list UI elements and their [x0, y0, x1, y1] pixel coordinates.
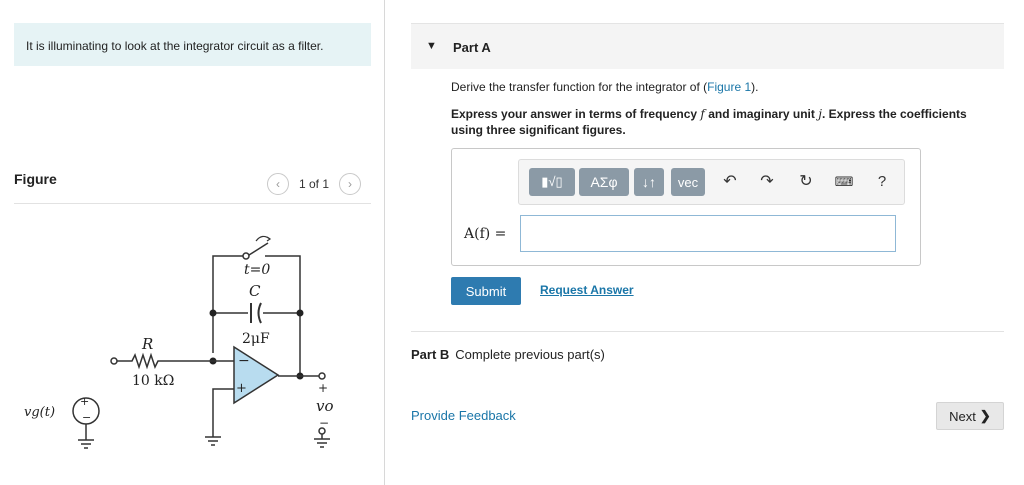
math-toolbar: ▮√▯ ΑΣφ ↓↑ vec ↶ ↷ ↻ ⌨ ? [518, 159, 905, 205]
greek-label: ΑΣφ [590, 174, 618, 190]
section-divider [411, 331, 1004, 332]
integrator-circuit-diagram: t=0 C 2μF R 10 kΩ − + + vo − + − vg(t) [24, 235, 334, 449]
templates-icon: ▮√▯ [541, 174, 563, 189]
question-suffix: ). [751, 80, 759, 94]
keyboard-icon[interactable]: ⌨ [833, 172, 855, 192]
opamp-minus: − [238, 353, 250, 369]
greek-button[interactable]: ΑΣφ [579, 168, 629, 196]
reset-icon[interactable]: ↻ [795, 172, 817, 192]
arrows-icon: ↓↑ [642, 174, 656, 190]
question-text: Derive the transfer function for the int… [451, 80, 759, 94]
source-label: vg(t) [24, 405, 55, 420]
vec-label: vec [677, 174, 699, 190]
question-prefix: Derive the transfer function for the int… [451, 80, 708, 94]
out-label: vo [316, 397, 334, 415]
answer-input[interactable] [520, 215, 896, 252]
column-divider [384, 0, 385, 485]
next-label: Next [949, 408, 976, 424]
figure-pager: ‹ 1 of 1 › [267, 173, 362, 195]
next-button[interactable]: Next ❯ [936, 402, 1004, 430]
chevron-right-icon: › [348, 177, 353, 191]
submit-button[interactable]: Submit [451, 277, 521, 305]
instructions: Express your answer in terms of frequenc… [451, 106, 971, 138]
templates-button[interactable]: ▮√▯ [529, 168, 575, 196]
undo-icon[interactable]: ↶ [719, 172, 741, 192]
figure-count: 1 of 1 [299, 177, 330, 191]
cap-symbol: C [249, 282, 261, 300]
svg-text:−: − [82, 411, 91, 424]
caret-down-icon: ▼ [426, 40, 437, 52]
help-button[interactable]: ? [871, 172, 893, 192]
res-symbol: R [141, 335, 153, 353]
chevron-right-icon: ❯ [979, 408, 991, 423]
chevron-left-icon: ‹ [276, 177, 280, 191]
svg-text:+: + [80, 395, 89, 408]
out-plus: + [318, 381, 328, 395]
provide-feedback-link[interactable]: Provide Feedback [411, 408, 516, 423]
res-value: 10 kΩ [132, 373, 174, 389]
vec-button[interactable]: vec [671, 168, 705, 196]
redo-icon[interactable]: ↷ [756, 172, 778, 192]
figure-label: Figure [14, 171, 57, 187]
instr-part-2: and imaginary unit [704, 107, 819, 121]
part-a-header[interactable]: ▼ Part A [411, 23, 1004, 69]
figure-prev-button[interactable]: ‹ [267, 173, 289, 195]
figure-divider [14, 203, 371, 204]
part-b-text: Complete previous part(s) [455, 347, 605, 362]
answer-label: A(f) = [464, 226, 507, 242]
instr-part-1: Express your answer in terms of frequenc… [451, 107, 701, 121]
figure-link[interactable]: Figure 1 [707, 80, 751, 94]
opamp-plus: + [236, 381, 247, 396]
arrows-button[interactable]: ↓↑ [634, 168, 664, 196]
intro-text: It is illuminating to look at the integr… [14, 23, 371, 66]
cap-value: 2μF [242, 331, 270, 347]
switch-label: t=0 [244, 262, 270, 278]
part-b-row: Part B Complete previous part(s) [411, 347, 605, 362]
part-b-title: Part B [411, 347, 450, 362]
request-answer-link[interactable]: Request Answer [540, 283, 634, 297]
part-a-title: Part A [453, 40, 491, 55]
figure-next-button[interactable]: › [339, 173, 362, 195]
